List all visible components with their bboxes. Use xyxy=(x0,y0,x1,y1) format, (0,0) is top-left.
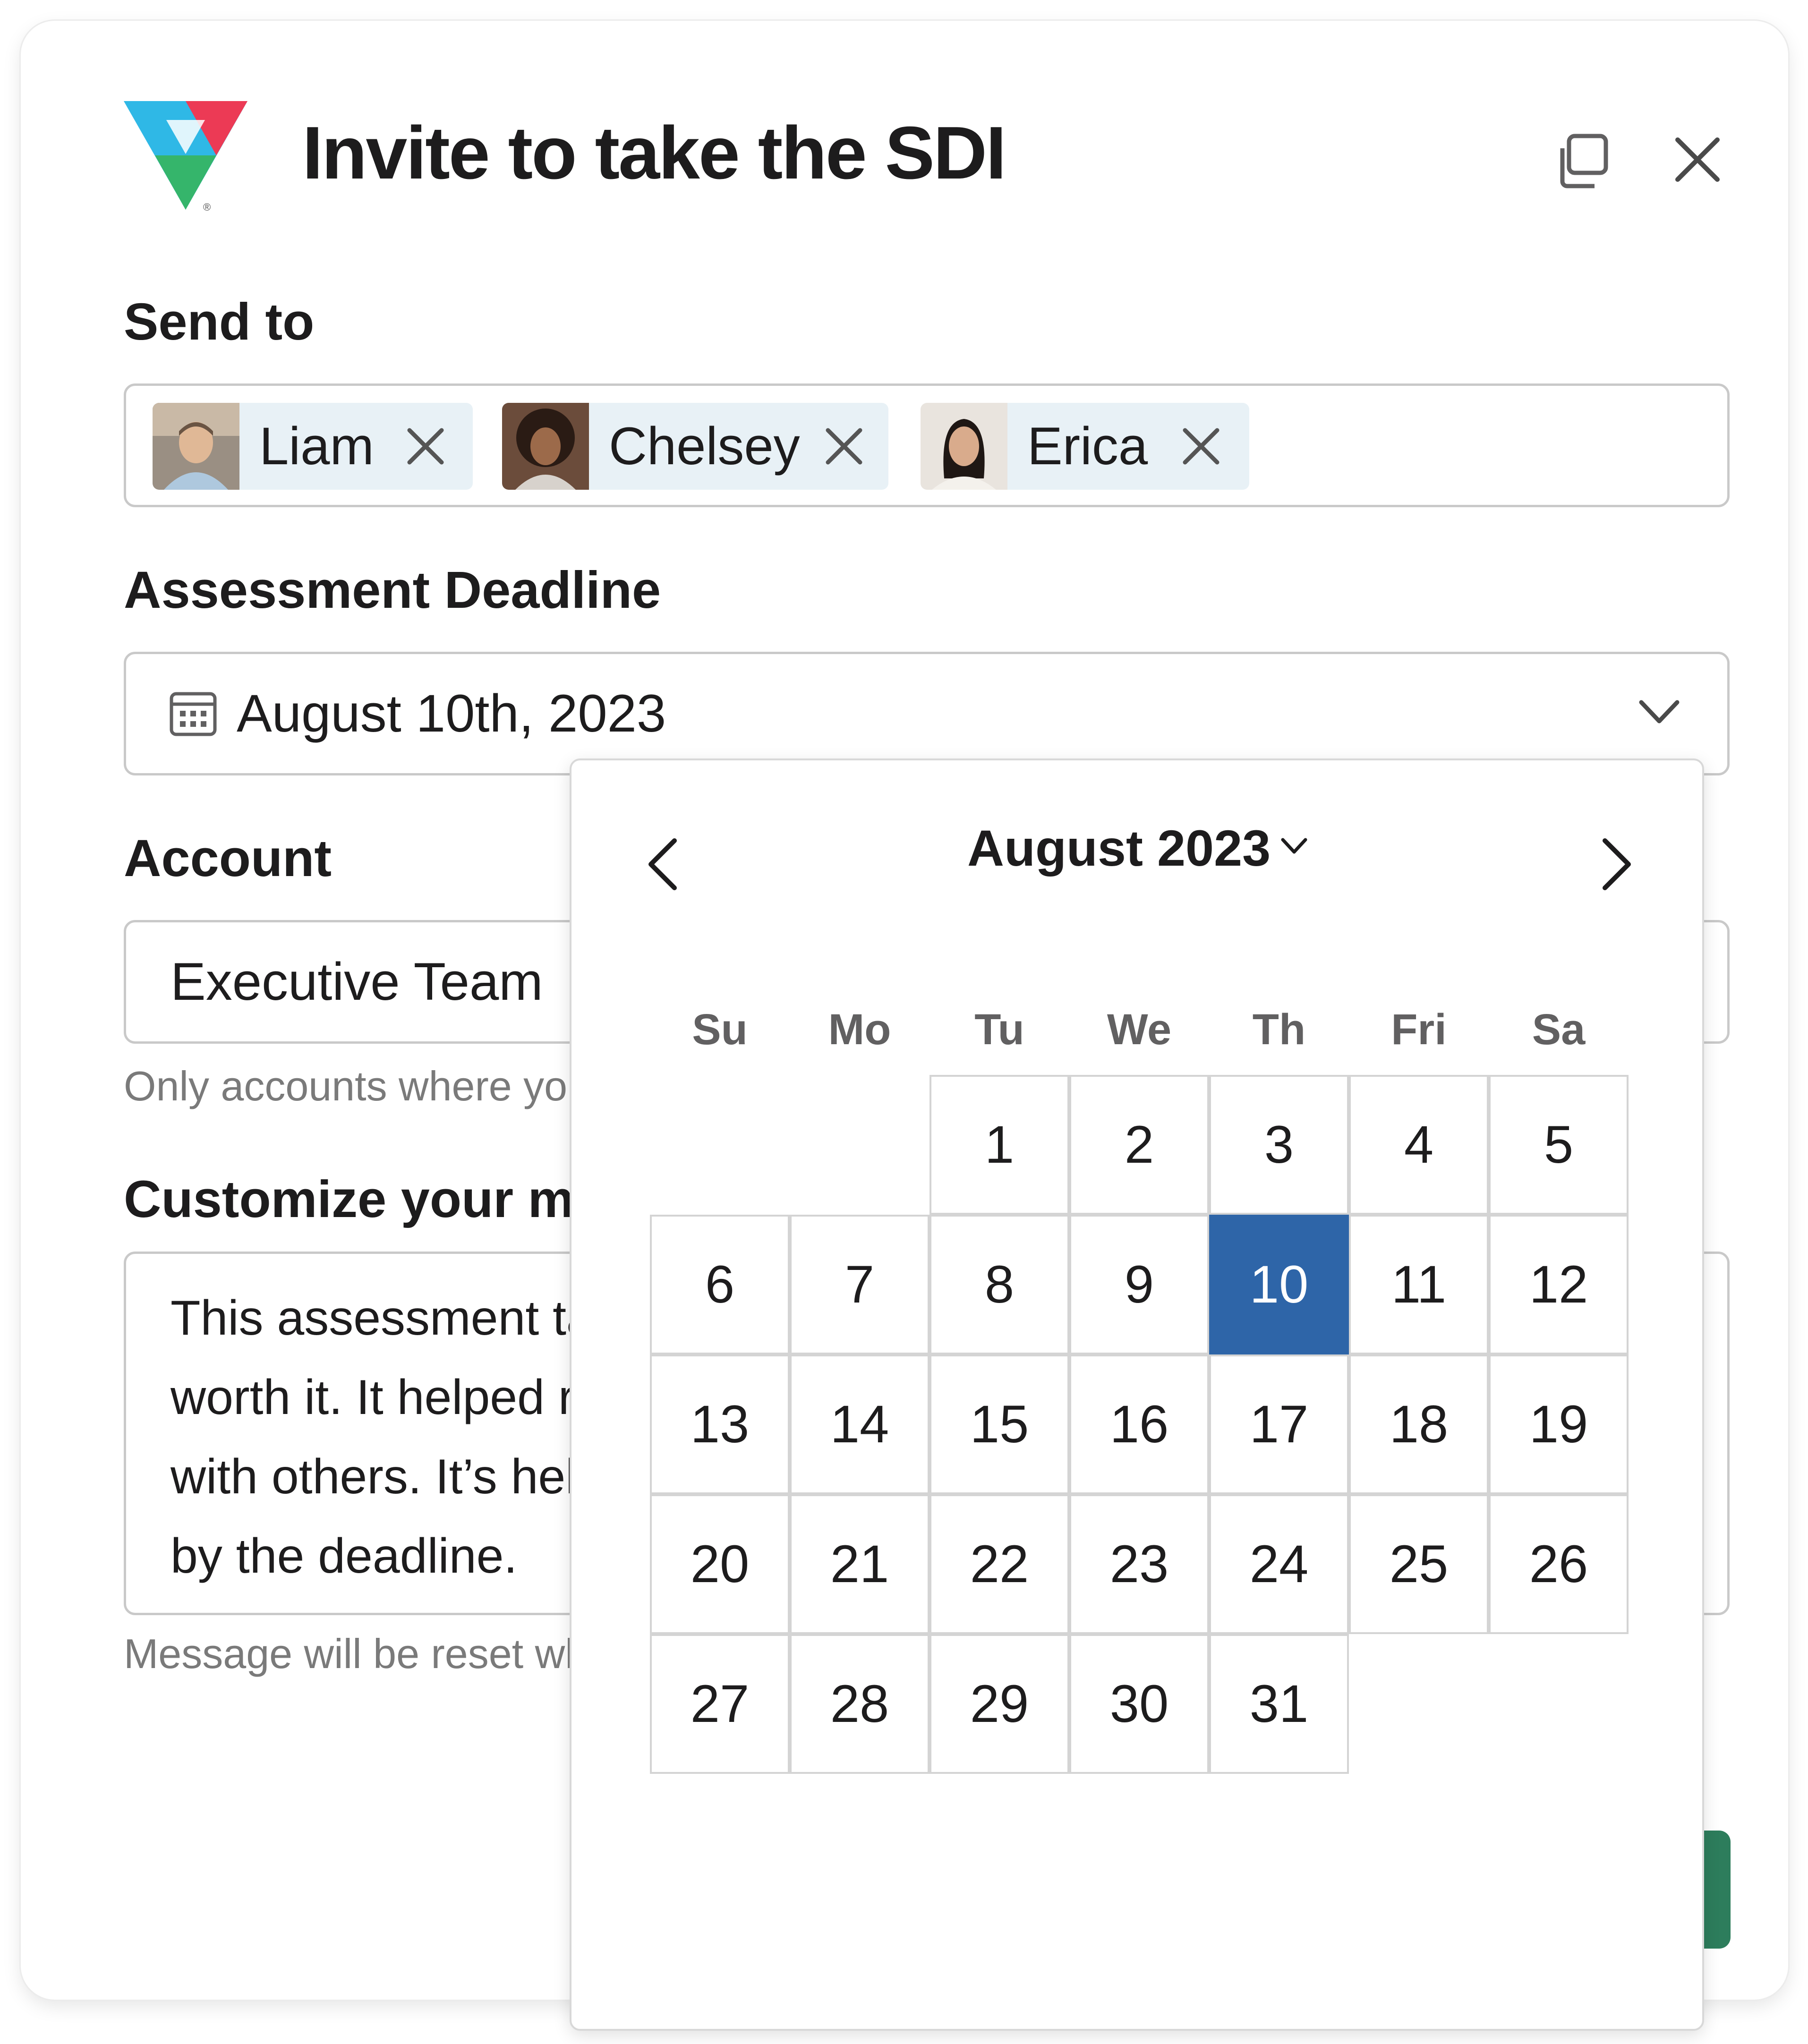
modal-title: Invite to take the SDI xyxy=(302,111,1006,195)
calendar-icon xyxy=(170,692,217,736)
deadline-value: August 10th, 2023 xyxy=(237,684,666,743)
month-label[interactable]: August 2023 xyxy=(967,815,1271,881)
calendar-day[interactable]: 17 xyxy=(1209,1354,1349,1494)
weekday-label: We xyxy=(1107,1005,1172,1054)
chevron-down-icon[interactable] xyxy=(1637,696,1682,730)
calendar-day[interactable]: 23 xyxy=(1069,1494,1209,1634)
recipient-chip: Liam xyxy=(153,403,473,490)
calendar-day[interactable]: 31 xyxy=(1209,1634,1349,1774)
avatar xyxy=(153,403,239,490)
calendar-day[interactable]: 11 xyxy=(1349,1215,1489,1354)
calendar-day[interactable]: 21 xyxy=(790,1494,930,1634)
weekday-label: Su xyxy=(692,1005,748,1054)
calendar-day[interactable]: 22 xyxy=(930,1494,1069,1634)
deadline-label: Assessment Deadline xyxy=(124,561,661,619)
calendar-day[interactable]: 16 xyxy=(1069,1354,1209,1494)
weekday-label: Tu xyxy=(974,1005,1024,1054)
copy-icon[interactable] xyxy=(1551,127,1617,193)
message-label: Customize your mes xyxy=(124,1170,632,1228)
weekday-label: Fri xyxy=(1391,1005,1447,1054)
weekday-label: Sa xyxy=(1532,1005,1586,1054)
recipient-chip: Chelsey xyxy=(502,403,888,490)
weekday-label: Mo xyxy=(828,1005,891,1054)
remove-recipient-icon[interactable] xyxy=(1178,424,1224,469)
calendar-day[interactable]: 4 xyxy=(1349,1075,1489,1215)
calendar-day[interactable]: 1 xyxy=(930,1075,1069,1215)
date-picker-popup: August 2023 Su Mo Tu We Th Fri Sa 1 2 3 4 5 6 7 8 9 10 1… xyxy=(570,758,1704,2031)
calendar-day[interactable]: 13 xyxy=(650,1354,790,1494)
calendar-day[interactable]: 27 xyxy=(650,1634,790,1774)
calendar-day[interactable]: 2 xyxy=(1069,1075,1209,1215)
avatar xyxy=(502,403,589,490)
recipient-name: Liam xyxy=(259,417,374,476)
calendar-day[interactable]: 28 xyxy=(790,1634,930,1774)
remove-recipient-icon[interactable] xyxy=(821,424,867,469)
message-text: This assessment tal worth it. It helped … xyxy=(171,1291,605,1584)
calendar-day[interactable]: 12 xyxy=(1489,1215,1629,1354)
calendar-day[interactable]: 30 xyxy=(1069,1634,1209,1774)
weekday-label: Th xyxy=(1252,1005,1306,1054)
sdi-logo-icon: ® xyxy=(124,101,247,213)
account-hint: Only accounts where you xyxy=(124,1063,591,1109)
recipient-chip: Erica xyxy=(921,403,1249,490)
calendar-day[interactable]: 15 xyxy=(930,1354,1069,1494)
svg-text:®: ® xyxy=(203,201,211,213)
chevron-left-icon[interactable] xyxy=(637,836,693,893)
recipient-name: Erica xyxy=(1027,417,1148,476)
calendar-day[interactable]: 19 xyxy=(1489,1354,1629,1494)
deadline-picker[interactable]: August 10th, 2023 xyxy=(124,652,1730,775)
calendar-day[interactable]: 24 xyxy=(1209,1494,1349,1634)
calendar-day[interactable]: 9 xyxy=(1069,1215,1209,1354)
calendar-day[interactable]: 6 xyxy=(650,1215,790,1354)
message-hint: Message will be reset wh xyxy=(124,1630,588,1677)
calendar-day[interactable]: 7 xyxy=(790,1215,930,1354)
calendar-day[interactable]: 20 xyxy=(650,1494,790,1634)
calendar-day[interactable]: 8 xyxy=(930,1215,1069,1354)
chevron-right-icon[interactable] xyxy=(1586,836,1643,893)
avatar xyxy=(921,403,1007,490)
send-button[interactable] xyxy=(1702,1831,1731,1949)
recipient-name: Chelsey xyxy=(609,417,800,476)
calendar-day[interactable]: 3 xyxy=(1209,1075,1349,1215)
calendar-day[interactable]: 29 xyxy=(930,1634,1069,1774)
account-label: Account xyxy=(124,829,332,887)
account-value: Executive Team xyxy=(171,952,543,1011)
remove-recipient-icon[interactable] xyxy=(403,424,448,469)
calendar-day[interactable]: 5 xyxy=(1489,1075,1629,1215)
calendar-day-selected[interactable]: 10 xyxy=(1209,1215,1349,1354)
calendar-day[interactable]: 26 xyxy=(1489,1494,1629,1634)
calendar-day[interactable]: 25 xyxy=(1349,1494,1489,1634)
send-to-label: Send to xyxy=(124,293,315,351)
calendar-day[interactable]: 18 xyxy=(1349,1354,1489,1494)
recipients-field[interactable]: Liam Chelsey Erica xyxy=(124,383,1730,507)
close-icon[interactable] xyxy=(1664,127,1731,193)
chevron-down-icon[interactable] xyxy=(1280,836,1308,857)
calendar-day[interactable]: 14 xyxy=(790,1354,930,1494)
